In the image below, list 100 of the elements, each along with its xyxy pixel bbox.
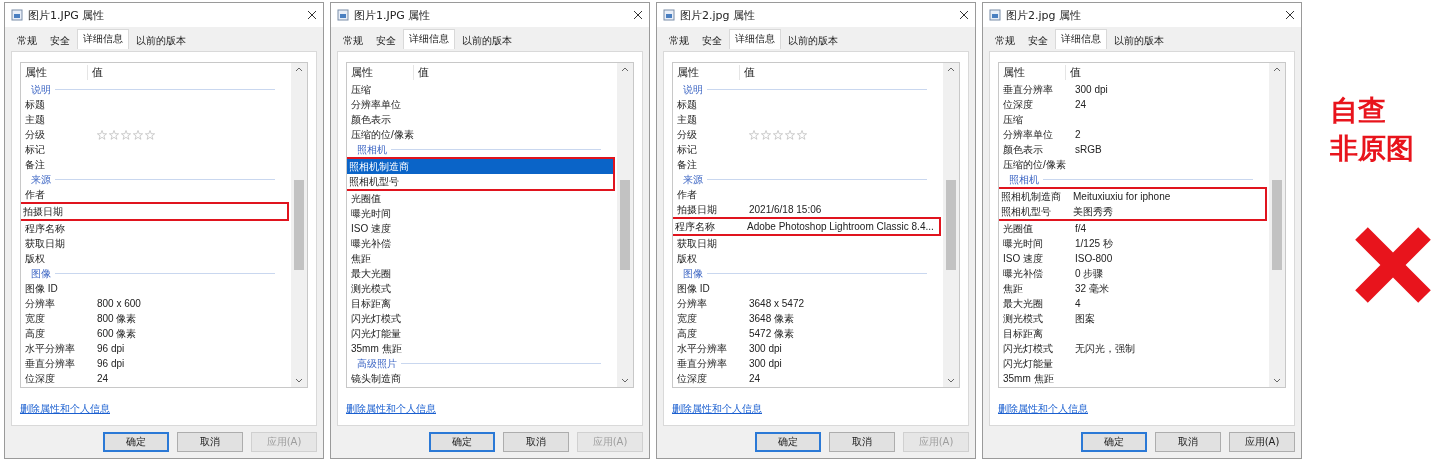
scroll-down-icon[interactable] [947, 378, 955, 384]
scroll-up-icon[interactable] [1273, 66, 1281, 72]
property-row[interactable]: 曝光时间 [347, 206, 617, 221]
property-row[interactable]: 闪光灯能量 [999, 356, 1269, 371]
close-icon[interactable] [959, 10, 969, 20]
dialog-button[interactable]: 确定 [755, 432, 821, 452]
property-row[interactable]: 高度 5472 像素 [673, 326, 943, 341]
property-row[interactable]: 版权 [673, 251, 943, 266]
property-row[interactable]: 宽度 3648 像素 [673, 311, 943, 326]
property-row[interactable]: 分辨率 800 x 600 [21, 296, 291, 311]
column-header[interactable]: 属性 [347, 65, 414, 80]
property-row[interactable]: 闪光灯模式 无闪光，强制 [999, 341, 1269, 356]
property-row[interactable]: 版权 [21, 251, 291, 266]
property-row[interactable]: 标记 [21, 142, 291, 157]
column-header[interactable]: 值 [414, 65, 429, 80]
property-row[interactable]: 主题 [21, 112, 291, 127]
property-row[interactable]: 最大光圈 [347, 266, 617, 281]
close-icon[interactable] [1285, 10, 1295, 20]
tab[interactable]: 详细信息 [1055, 29, 1107, 49]
property-row[interactable]: 图像 ID [21, 281, 291, 296]
property-row[interactable]: 分级 [21, 127, 291, 142]
dialog-button[interactable]: 取消 [503, 432, 569, 452]
dialog-button[interactable]: 确定 [103, 432, 169, 452]
property-row[interactable]: 标记 [673, 142, 943, 157]
property-row[interactable]: 焦距 32 毫米 [999, 281, 1269, 296]
property-row[interactable]: 高度 600 像素 [21, 326, 291, 341]
close-icon[interactable] [633, 10, 643, 20]
property-row[interactable]: 备注 [673, 157, 943, 172]
property-row[interactable]: 光圈值 f/4 [999, 221, 1269, 236]
property-row[interactable]: 标题 [21, 97, 291, 112]
property-row[interactable]: 压缩的位/像素 [999, 157, 1269, 172]
scroll-down-icon[interactable] [1273, 378, 1281, 384]
dialog-button[interactable]: 取消 [1155, 432, 1221, 452]
property-row[interactable]: 垂直分辨率 300 dpi [673, 356, 943, 371]
property-row[interactable]: 照相机制造商 [347, 159, 613, 174]
scroll-up-icon[interactable] [621, 66, 629, 72]
property-row[interactable]: 位深度 24 [999, 97, 1269, 112]
property-row[interactable]: 主题 [673, 112, 943, 127]
property-row[interactable]: 拍摄日期 [21, 204, 287, 219]
property-row[interactable]: ISO 速度 ISO-800 [999, 251, 1269, 266]
property-row[interactable]: 压缩 [999, 112, 1269, 127]
property-row[interactable]: 曝光补偿 [347, 236, 617, 251]
property-row[interactable]: 分辨率 3648 x 5472 [673, 296, 943, 311]
remove-properties-link[interactable]: 删除属性和个人信息 [20, 402, 110, 416]
property-row[interactable]: 分辨率单位 2 [999, 127, 1269, 142]
scroll-down-icon[interactable] [621, 378, 629, 384]
property-row[interactable]: 获取日期 [673, 236, 943, 251]
remove-properties-link[interactable]: 删除属性和个人信息 [672, 402, 762, 416]
remove-properties-link[interactable]: 删除属性和个人信息 [998, 402, 1088, 416]
property-row[interactable]: 宽度 800 像素 [21, 311, 291, 326]
property-row[interactable]: 目标距离 [999, 326, 1269, 341]
property-row[interactable]: 压缩的位/像素 [347, 127, 617, 142]
property-row[interactable]: 颜色表示 [347, 112, 617, 127]
column-header[interactable]: 值 [1066, 65, 1081, 80]
property-row[interactable]: 照相机型号 [347, 174, 613, 189]
property-row[interactable]: 压缩 [347, 82, 617, 97]
property-row[interactable]: 程序名称 Adobe Photoshop Lightroom Classic 8.4... [673, 219, 939, 234]
property-row[interactable]: 照相机型号 美图秀秀 [999, 204, 1265, 219]
property-row[interactable]: 分辨率单位 [347, 97, 617, 112]
remove-properties-link[interactable]: 删除属性和个人信息 [346, 402, 436, 416]
tab[interactable]: 详细信息 [729, 29, 781, 49]
property-row[interactable]: 水平分辨率 96 dpi [21, 341, 291, 356]
property-row[interactable]: 最大光圈 4 [999, 296, 1269, 311]
scrollbar-thumb[interactable] [1272, 180, 1282, 270]
dialog-button[interactable]: 取消 [177, 432, 243, 452]
property-row[interactable]: 位深度 24 [673, 371, 943, 386]
property-row[interactable]: 位深度 24 [21, 371, 291, 386]
property-row[interactable]: 曝光时间 1/125 秒 [999, 236, 1269, 251]
property-row[interactable]: 分级 [673, 127, 943, 142]
property-row[interactable]: 颜色表示 sRGB [999, 142, 1269, 157]
property-row[interactable]: 水平分辨率 300 dpi [673, 341, 943, 356]
scroll-up-icon[interactable] [947, 66, 955, 72]
property-row[interactable]: 照相机制造商 Meituxiuxiu for iphone [999, 189, 1265, 204]
scrollbar-thumb[interactable] [620, 180, 630, 270]
property-row[interactable]: 作者 [673, 187, 943, 202]
close-icon[interactable] [307, 10, 317, 20]
property-row[interactable]: 镜头制造商 [347, 371, 617, 386]
property-row[interactable]: 垂直分辨率 96 dpi [21, 356, 291, 371]
property-row[interactable]: 图像 ID [673, 281, 943, 296]
property-row[interactable]: 测光模式 图案 [999, 311, 1269, 326]
property-row[interactable]: 备注 [21, 157, 291, 172]
property-row[interactable]: 35mm 焦距 [999, 371, 1269, 386]
property-row[interactable]: 测光模式 [347, 281, 617, 296]
column-header[interactable]: 值 [740, 65, 755, 80]
property-row[interactable]: 闪光灯能量 [347, 326, 617, 341]
property-row[interactable]: 曝光补偿 0 步骤 [999, 266, 1269, 281]
scroll-down-icon[interactable] [295, 378, 303, 384]
property-row[interactable]: 作者 [21, 187, 291, 202]
property-row[interactable]: ISO 速度 [347, 221, 617, 236]
tab[interactable]: 详细信息 [77, 29, 129, 49]
property-row[interactable]: 程序名称 [21, 221, 291, 236]
dialog-button[interactable]: 确定 [1081, 432, 1147, 452]
column-header[interactable]: 属性 [21, 65, 88, 80]
scrollbar-thumb[interactable] [946, 180, 956, 270]
dialog-button[interactable]: 取消 [829, 432, 895, 452]
property-row[interactable]: 光圈值 [347, 191, 617, 206]
property-row[interactable]: 标题 [673, 97, 943, 112]
property-row[interactable]: 焦距 [347, 251, 617, 266]
property-row[interactable]: 35mm 焦距 [347, 341, 617, 356]
column-header[interactable]: 属性 [673, 65, 740, 80]
